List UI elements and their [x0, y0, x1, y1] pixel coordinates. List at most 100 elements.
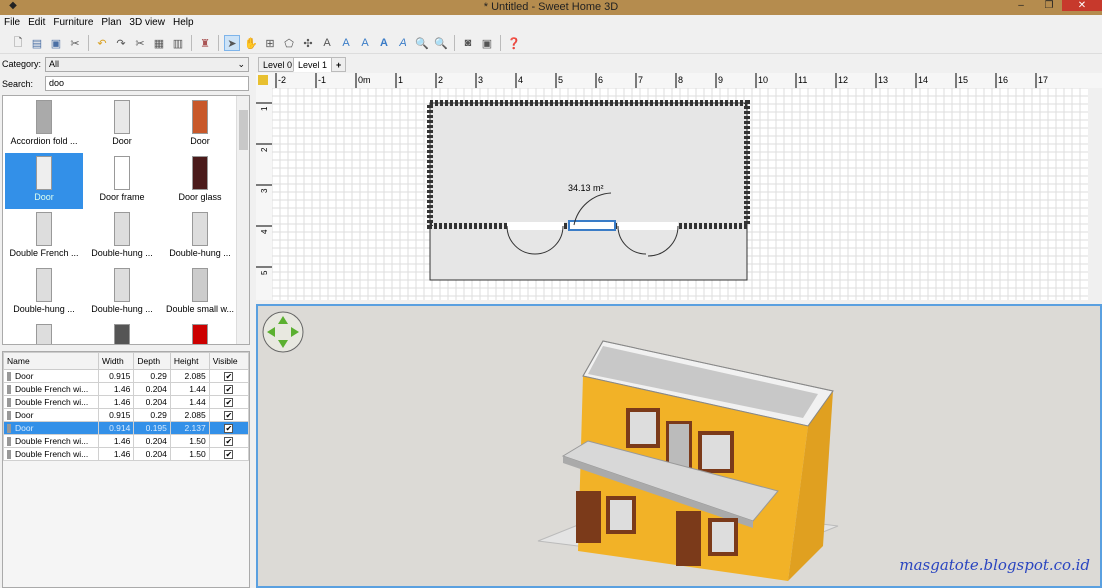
menu-3d-view[interactable]: 3D view	[129, 17, 165, 30]
text-style-icon[interactable]: A	[338, 35, 354, 51]
video-icon[interactable]: ▣	[479, 35, 495, 51]
col-name[interactable]: Name	[3, 352, 99, 370]
catalog-item[interactable]: Double-hung ...	[5, 265, 83, 321]
catalog-item[interactable]: Door frame	[83, 153, 161, 209]
help-icon[interactable]: ❓	[506, 35, 522, 51]
add-text-icon[interactable]: A	[319, 35, 335, 51]
table-row[interactable]: Double French wi... 1.46 0.204 1.50 ✔	[3, 434, 250, 448]
col-width[interactable]: Width	[97, 352, 135, 370]
ruler-x-label: 11	[798, 75, 807, 85]
search-input[interactable]: doo	[45, 76, 249, 91]
table-row[interactable]: Door 0.915 0.29 2.085 ✔	[3, 408, 250, 422]
menu-edit[interactable]: Edit	[28, 17, 45, 30]
catalog-item-label: Door	[112, 136, 132, 146]
catalog-item[interactable]: Double-hung ...	[161, 209, 239, 265]
table-row[interactable]: Door 0.915 0.29 2.085 ✔	[3, 369, 250, 383]
catalog-item[interactable]: Door	[5, 153, 83, 209]
create-walls-icon[interactable]: ⊞	[262, 35, 278, 51]
catalog-item[interactable]: Door	[161, 97, 239, 153]
ruler-x-label: 16	[998, 75, 1008, 85]
catalog-item[interactable]: Accordion fold ...	[5, 97, 83, 153]
menu-help[interactable]: Help	[173, 17, 194, 30]
menu-file[interactable]: File	[4, 17, 20, 30]
maximize-button[interactable]: ❐	[1036, 0, 1062, 11]
close-button[interactable]: ✕	[1062, 0, 1102, 11]
door-thumbnail-icon	[36, 100, 52, 134]
plan-canvas[interactable]: -2 -1 0m 1 2 3 4 5 6 7 8 9 10 11 12 13 14 15 16 171234534.1…	[256, 73, 1102, 300]
cut-prefs-icon[interactable]: ✂	[67, 35, 83, 51]
selected-door[interactable]	[568, 220, 616, 231]
category-select[interactable]: All ⌄	[45, 57, 249, 72]
visible-checkbox[interactable]: ✔	[224, 450, 234, 459]
italic-icon[interactable]: A	[395, 35, 411, 51]
photo-icon[interactable]: ◙	[460, 35, 476, 51]
cell-visible[interactable]: ✔	[208, 447, 250, 461]
add-furniture-icon[interactable]: ♜	[197, 35, 213, 51]
catalog-item[interactable]	[161, 321, 239, 344]
cell-visible[interactable]: ✔	[208, 408, 250, 422]
navigation-arrows-icon[interactable]	[262, 311, 304, 353]
ruler-y-label: 3	[260, 188, 269, 193]
3d-canvas[interactable]	[258, 306, 1100, 586]
catalog-scrollbar[interactable]	[236, 96, 249, 344]
cell-name: Double French wi...	[3, 447, 99, 461]
plan-scrollbar[interactable]	[1088, 88, 1102, 300]
table-row[interactable]: Double French wi... 1.46 0.204 1.50 ✔	[3, 447, 250, 461]
table-row[interactable]: Door 0.914 0.195 2.137 ✔	[3, 421, 250, 435]
visible-checkbox[interactable]: ✔	[224, 372, 234, 381]
add-level-button[interactable]: +	[331, 57, 347, 72]
undo-icon[interactable]: ↶	[94, 35, 110, 51]
catalog-item[interactable]	[5, 321, 83, 344]
create-dimensions-icon[interactable]: ✣	[300, 35, 316, 51]
door-thumbnail-icon	[36, 268, 52, 302]
cell-visible[interactable]: ✔	[208, 382, 250, 396]
visible-checkbox[interactable]: ✔	[224, 398, 234, 407]
zoom-out-icon[interactable]: 🔍	[433, 35, 449, 51]
copy-icon[interactable]: ▦	[151, 35, 167, 51]
col-depth[interactable]: Depth	[133, 352, 171, 370]
col-visible[interactable]: Visible	[208, 352, 250, 370]
catalog-item[interactable]: Door glass	[161, 153, 239, 209]
redo-icon[interactable]: ↷	[113, 35, 129, 51]
paste-icon[interactable]: ▥	[170, 35, 186, 51]
new-icon[interactable]: 🗋	[10, 35, 26, 51]
cell-visible[interactable]: ✔	[208, 395, 250, 409]
ruler-x-label: 3	[478, 75, 483, 85]
table-row[interactable]: Double French wi... 1.46 0.204 1.44 ✔	[3, 382, 250, 396]
3d-view[interactable]: masgatote.blogspot.co.id	[256, 304, 1102, 588]
save-icon[interactable]: ▣	[48, 35, 64, 51]
catalog-item[interactable]: Double French ...	[5, 209, 83, 265]
lock-icon[interactable]	[258, 75, 268, 85]
catalog-item[interactable]: Double small w...	[161, 265, 239, 321]
tab-level-1[interactable]: Level 1	[293, 57, 333, 72]
minimize-button[interactable]: –	[1008, 0, 1034, 11]
select-icon[interactable]: ➤	[224, 35, 240, 51]
visible-checkbox[interactable]: ✔	[224, 437, 234, 446]
plan-view[interactable]: Level 0 Level 1 + -2 -1 0m 1 2 3 4 5 6 7 8 9 10 11 12 1…	[256, 55, 1102, 300]
visible-checkbox[interactable]: ✔	[224, 411, 234, 420]
bold-icon[interactable]: A	[376, 35, 392, 51]
tab-level-0[interactable]: Level 0	[258, 57, 298, 72]
cut-icon[interactable]: ✂	[132, 35, 148, 51]
create-rooms-icon[interactable]: ⬠	[281, 35, 297, 51]
ruler-x-label: 2	[438, 75, 443, 85]
open-icon[interactable]: ▤	[29, 35, 45, 51]
visible-checkbox[interactable]: ✔	[224, 424, 234, 433]
menu-furniture[interactable]: Furniture	[53, 17, 93, 30]
catalog-item[interactable]: Door	[83, 97, 161, 153]
increase-text-icon[interactable]: A	[357, 35, 373, 51]
catalog-item[interactable]: Double-hung ...	[83, 209, 161, 265]
cell-visible[interactable]: ✔	[208, 369, 250, 383]
catalog-item[interactable]	[83, 321, 161, 344]
table-row[interactable]: Double French wi... 1.46 0.204 1.44 ✔	[3, 395, 250, 409]
col-height[interactable]: Height	[169, 352, 210, 370]
cell-visible[interactable]: ✔	[208, 421, 250, 435]
zoom-in-icon[interactable]: 🔍	[414, 35, 430, 51]
menu-bar: File Edit Furniture Plan 3D view Help	[0, 15, 1102, 32]
cell-visible[interactable]: ✔	[208, 434, 250, 448]
catalog-item[interactable]: Double-hung ...	[83, 265, 161, 321]
menu-plan[interactable]: Plan	[101, 17, 121, 30]
visible-checkbox[interactable]: ✔	[224, 385, 234, 394]
toolbar: 🗋 ▤ ▣ ✂ ↶ ↷ ✂ ▦ ▥ ♜ ➤ ✋ ⊞ ⬠ ✣ A A A A A …	[0, 33, 1102, 54]
pan-icon[interactable]: ✋	[243, 35, 259, 51]
